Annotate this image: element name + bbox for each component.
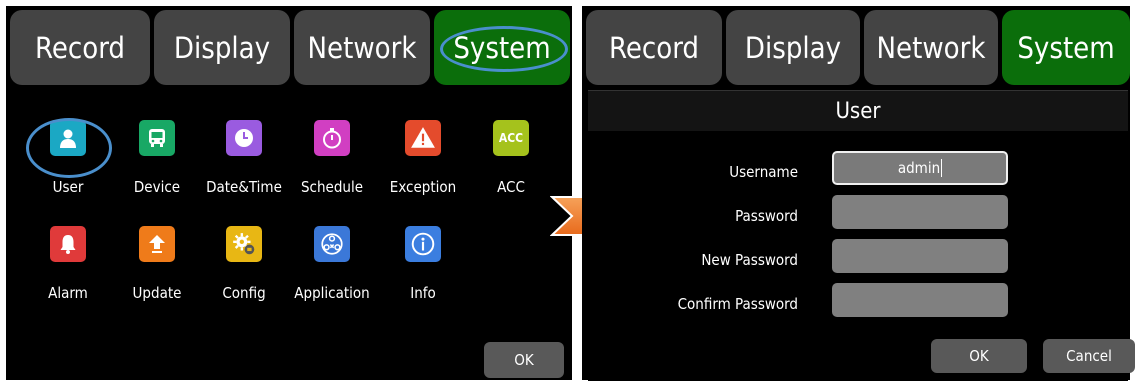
confirm-password-label: Confirm Password bbox=[677, 295, 798, 313]
new-password-label: New Password bbox=[701, 251, 798, 269]
username-label: Username bbox=[729, 163, 798, 181]
system-menu-panel: Record Display Network System User Devic… bbox=[6, 6, 572, 380]
dialog-title: User bbox=[588, 91, 1128, 131]
tab-network[interactable]: Network bbox=[864, 10, 998, 85]
tab-record[interactable]: Record bbox=[586, 10, 722, 85]
user-icon bbox=[50, 120, 86, 156]
tab-display[interactable]: Display bbox=[726, 10, 860, 85]
clock-icon bbox=[226, 120, 262, 156]
app-network-icon bbox=[314, 226, 350, 262]
acc-icon: ACC bbox=[493, 120, 529, 156]
menu-item-update[interactable]: Update bbox=[112, 226, 202, 326]
menu-item-application[interactable]: Application bbox=[287, 226, 377, 326]
menu-item-info[interactable]: Info bbox=[378, 226, 468, 326]
text-caret bbox=[941, 159, 943, 177]
tab-system[interactable]: System bbox=[1002, 10, 1130, 85]
menu-item-device[interactable]: Device bbox=[112, 120, 202, 220]
bus-icon bbox=[139, 120, 175, 156]
new-password-field[interactable] bbox=[832, 239, 1008, 273]
user-dialog-panel: Record Display Network System User Usern… bbox=[582, 6, 1135, 381]
tab-system[interactable]: System bbox=[434, 10, 570, 85]
stopwatch-icon bbox=[314, 120, 350, 156]
password-label: Password bbox=[735, 207, 798, 225]
menu-item-date-time[interactable]: Date&Time bbox=[199, 120, 289, 220]
menu-item-user[interactable]: User bbox=[23, 120, 113, 220]
menu-item-config[interactable]: Config bbox=[199, 226, 289, 326]
ok-button[interactable]: OK bbox=[931, 339, 1027, 373]
tab-network[interactable]: Network bbox=[294, 10, 430, 85]
password-field[interactable] bbox=[832, 195, 1008, 229]
menu-item-exception[interactable]: Exception bbox=[378, 120, 468, 220]
user-dialog: User Username admin Password New Passwor… bbox=[588, 90, 1135, 381]
username-field[interactable]: admin bbox=[832, 151, 1008, 185]
confirm-password-field[interactable] bbox=[832, 283, 1008, 317]
config-gear-icon bbox=[226, 226, 262, 262]
menu-item-acc[interactable]: ACC ACC bbox=[466, 120, 556, 220]
menu-item-schedule[interactable]: Schedule bbox=[287, 120, 377, 220]
warning-icon bbox=[405, 120, 441, 156]
tab-display[interactable]: Display bbox=[154, 10, 290, 85]
tab-record[interactable]: Record bbox=[10, 10, 150, 85]
bell-icon bbox=[50, 226, 86, 262]
info-icon bbox=[405, 226, 441, 262]
ok-button[interactable]: OK bbox=[484, 342, 564, 378]
menu-item-alarm[interactable]: Alarm bbox=[23, 226, 113, 326]
menu-item-label: Info bbox=[410, 284, 436, 302]
upload-arrow-icon bbox=[139, 226, 175, 262]
cancel-button[interactable]: Cancel bbox=[1043, 339, 1135, 373]
